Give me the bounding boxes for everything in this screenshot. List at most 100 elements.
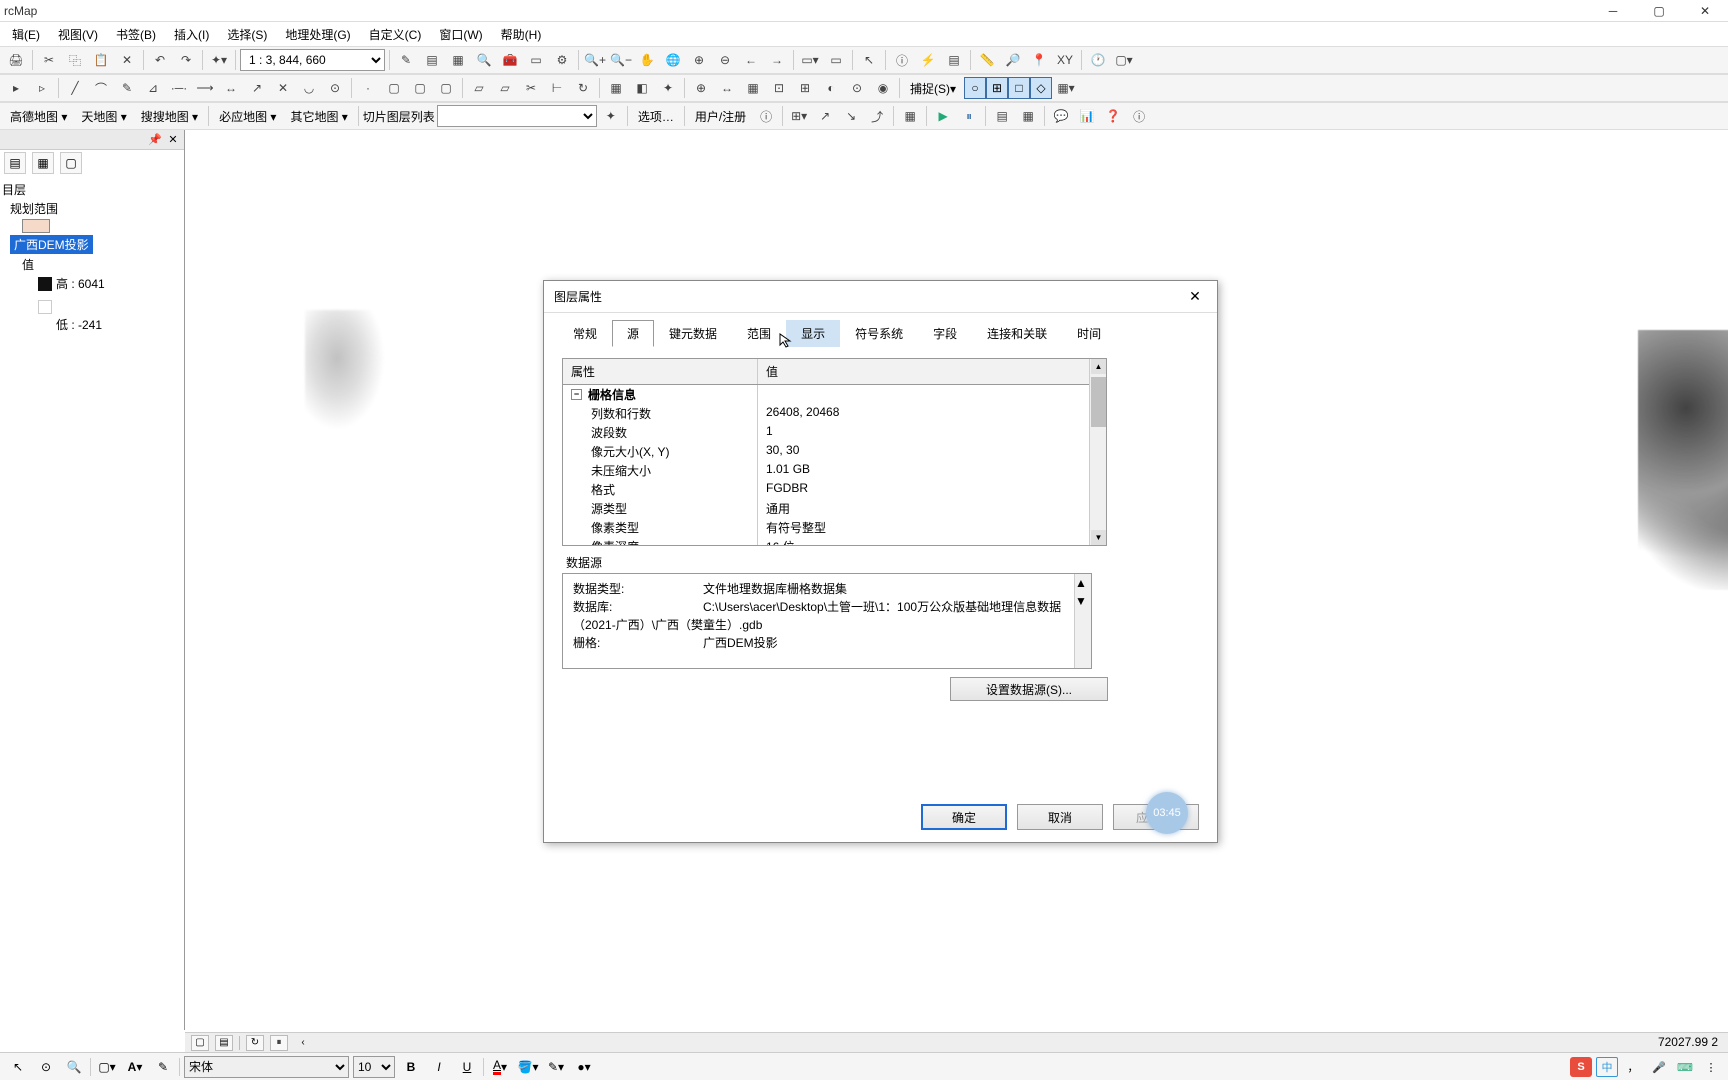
ime-settings-icon[interactable]: ⋮: [1700, 1057, 1722, 1077]
dialog-close-button[interactable]: ✕: [1183, 285, 1207, 309]
group-raster-info[interactable]: −栅格信息: [563, 385, 1106, 404]
point-icon[interactable]: ·: [356, 76, 380, 100]
editor-toolbar-icon[interactable]: ✎: [394, 48, 418, 72]
scroll-down-icon[interactable]: ▼: [1091, 530, 1106, 545]
georef-3-icon[interactable]: ▦: [741, 76, 765, 100]
pause-icon[interactable]: ⏸: [957, 104, 981, 128]
font-color-icon[interactable]: A▾: [488, 1056, 512, 1078]
cut-icon[interactable]: ✂: [37, 48, 61, 72]
zoom-out-icon[interactable]: 🔍−: [609, 48, 633, 72]
tab-key-metadata[interactable]: 键元数据: [654, 320, 732, 347]
menu-customize[interactable]: 自定义(C): [361, 24, 430, 45]
arc-segment-icon[interactable]: ⌒: [89, 76, 113, 100]
layer-planning[interactable]: 规划范围: [2, 199, 182, 218]
layer-dem[interactable]: 广西DEM投影: [2, 234, 182, 255]
ime-punct-icon[interactable]: ，: [1622, 1057, 1644, 1077]
zoom-element-icon[interactable]: 🔍: [62, 1056, 86, 1078]
redo-icon[interactable]: ↷: [174, 48, 198, 72]
menu-select[interactable]: 选择(S): [219, 24, 275, 45]
user-info-icon[interactable]: ⓘ: [754, 104, 778, 128]
font-family-combo[interactable]: 宋体: [184, 1056, 349, 1078]
set-datasource-button[interactable]: 设置数据源(S)...: [950, 677, 1108, 701]
delete-icon[interactable]: ✕: [115, 48, 139, 72]
intersection-icon[interactable]: ✕: [271, 76, 295, 100]
tianditu-map-menu[interactable]: 天地图 ▾: [75, 106, 132, 127]
georef-5-icon[interactable]: ⊞: [793, 76, 817, 100]
nav-1-icon[interactable]: ⊞▾: [787, 104, 811, 128]
nav-2-icon[interactable]: ↗: [813, 104, 837, 128]
find-route-icon[interactable]: 📍: [1027, 48, 1051, 72]
fill-color-icon[interactable]: 🪣▾: [516, 1056, 540, 1078]
time-slider-icon[interactable]: 🕐: [1086, 48, 1110, 72]
add-data-icon[interactable]: ✦▾: [207, 48, 231, 72]
nav-3-icon[interactable]: ↘: [839, 104, 863, 128]
prop-scrollbar[interactable]: ▲ ▼: [1089, 359, 1106, 545]
ime-voice-icon[interactable]: 🎤: [1648, 1057, 1670, 1077]
straight-segment-icon[interactable]: ╱: [63, 76, 87, 100]
georef-4-icon[interactable]: ⊡: [767, 76, 791, 100]
help-icon[interactable]: ❓: [1101, 104, 1125, 128]
tab-joins[interactable]: 连接和关联: [972, 320, 1062, 347]
toc-icon[interactable]: ▤: [420, 48, 444, 72]
ime-keyboard-icon[interactable]: ⌨: [1674, 1057, 1696, 1077]
scale-combo[interactable]: 1 : 3, 844, 660: [240, 49, 385, 71]
action-1-icon[interactable]: ▦: [898, 104, 922, 128]
collapse-icon[interactable]: −: [571, 389, 582, 400]
tab-source[interactable]: 源: [612, 320, 654, 347]
close-button[interactable]: ✕: [1682, 0, 1728, 22]
html-popup-icon[interactable]: ▤: [942, 48, 966, 72]
cut-polygons-icon[interactable]: ✂: [519, 76, 543, 100]
undo-icon[interactable]: ↶: [148, 48, 172, 72]
menu-edit[interactable]: 辑(E): [4, 24, 48, 45]
ds-scroll-down-icon[interactable]: ▼: [1075, 592, 1091, 610]
pause-drawing-icon[interactable]: ⏸: [270, 1035, 288, 1051]
user-register-button[interactable]: 用户/注册: [689, 106, 752, 127]
rotate-element-icon[interactable]: ⊙: [34, 1056, 58, 1078]
list-by-visibility-icon[interactable]: ▢: [60, 152, 82, 174]
chevron-left-icon[interactable]: ‹: [294, 1035, 312, 1051]
tab-time[interactable]: 时间: [1062, 320, 1116, 347]
nav-4-icon[interactable]: ⤴: [865, 104, 889, 128]
tab-display[interactable]: 显示: [786, 320, 840, 347]
sogou-ime-icon[interactable]: S: [1570, 1057, 1592, 1077]
ds-scrollbar[interactable]: ▲ ▼: [1074, 574, 1091, 668]
tangent-icon[interactable]: ⊙: [323, 76, 347, 100]
ds-scroll-up-icon[interactable]: ▲: [1075, 574, 1091, 592]
edit-tool-icon[interactable]: ▸: [4, 76, 28, 100]
bold-icon[interactable]: B: [399, 1056, 423, 1078]
layout-view-icon[interactable]: ▤: [215, 1035, 233, 1051]
italic-icon[interactable]: I: [427, 1056, 451, 1078]
tab-fields[interactable]: 字段: [918, 320, 972, 347]
trace-icon[interactable]: ✎: [115, 76, 139, 100]
menu-bookmark[interactable]: 书签(B): [108, 24, 164, 45]
other-map-menu[interactable]: 其它地图 ▾: [284, 106, 353, 127]
options-button[interactable]: 选项…: [632, 106, 680, 127]
arc-tool-icon[interactable]: ◡: [297, 76, 321, 100]
tool-b-icon[interactable]: ▦: [1016, 104, 1040, 128]
pin-icon[interactable]: 📌: [148, 133, 162, 147]
maximize-button[interactable]: ▢: [1636, 0, 1682, 22]
georef-1-icon[interactable]: ⊕: [689, 76, 713, 100]
georef-8-icon[interactable]: ◉: [871, 76, 895, 100]
scroll-up-icon[interactable]: ▲: [1091, 359, 1106, 374]
layer-planning-swatch[interactable]: [2, 218, 182, 234]
python-icon[interactable]: ▭: [524, 48, 548, 72]
toc-close-icon[interactable]: ✕: [166, 133, 180, 147]
snap-edge-icon[interactable]: ◇: [1030, 77, 1052, 99]
list-by-source-icon[interactable]: ▦: [32, 152, 54, 174]
tab-symbology[interactable]: 符号系统: [840, 320, 918, 347]
identify-icon[interactable]: ⓘ: [890, 48, 914, 72]
arctoolbox-icon[interactable]: 🧰: [498, 48, 522, 72]
georef-2-icon[interactable]: ↔: [715, 76, 739, 100]
rotate-icon[interactable]: ↻: [571, 76, 595, 100]
rectangle-icon[interactable]: ▢▾: [95, 1056, 119, 1078]
zoom-in-icon[interactable]: 🔍+: [583, 48, 607, 72]
tool-a-icon[interactable]: ▤: [990, 104, 1014, 128]
select-elements-icon[interactable]: ↖: [6, 1056, 30, 1078]
cancel-button[interactable]: 取消: [1017, 804, 1103, 830]
full-extent-icon[interactable]: 🌐: [661, 48, 685, 72]
find-icon[interactable]: 🔎: [1001, 48, 1025, 72]
search-window-icon[interactable]: 🔍: [472, 48, 496, 72]
bing-map-menu[interactable]: 必应地图 ▾: [213, 106, 282, 127]
georef-6-icon[interactable]: ◐: [819, 76, 843, 100]
